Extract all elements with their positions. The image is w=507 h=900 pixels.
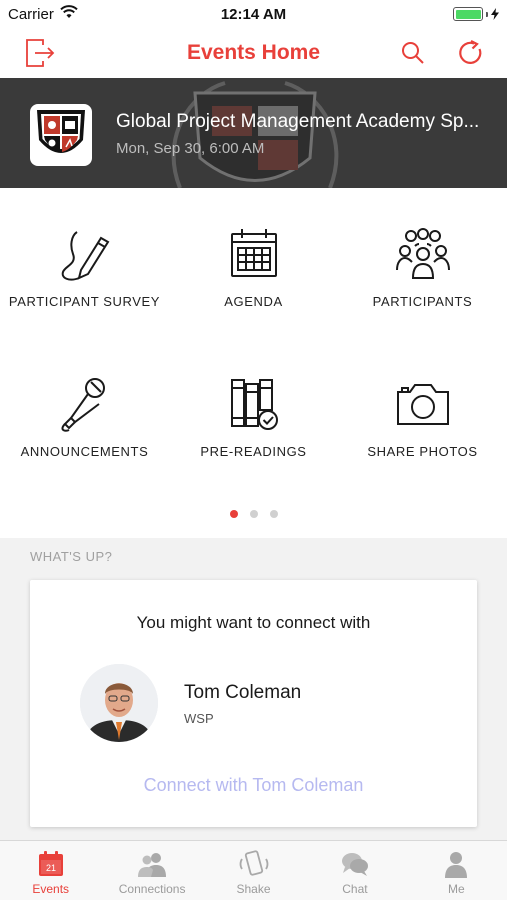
feature-grid: PARTICIPANT SURVEY AGENDA PARTICIPANTS A…: [0, 188, 507, 498]
person-company: WSP: [184, 711, 214, 726]
page-dot[interactable]: [269, 510, 278, 518]
section-label: WHAT'S UP?: [30, 549, 113, 564]
refresh-icon: [459, 40, 482, 64]
tile-label: ANNOUNCEMENTS: [20, 444, 149, 459]
tile-label: PRE-READINGS: [200, 444, 307, 459]
tab-connections[interactable]: Connections: [101, 841, 202, 900]
tab-label: Events: [32, 882, 70, 896]
tile-label: AGENDA: [224, 294, 283, 309]
nav-actions: [395, 35, 489, 71]
tab-me[interactable]: Me: [406, 841, 507, 900]
avatar[interactable]: [80, 664, 158, 742]
status-left: Carrier: [8, 5, 78, 23]
tile-agenda[interactable]: AGENDA: [169, 188, 338, 338]
whats-up-section: WHAT'S UP? You might want to connect wit…: [0, 538, 507, 840]
event-logo: [30, 104, 92, 166]
charging-bolt-icon: [491, 8, 499, 20]
books-icon: [230, 379, 278, 430]
logout-button[interactable]: [22, 35, 58, 71]
connect-button[interactable]: Connect with Tom Coleman: [30, 775, 477, 796]
search-button[interactable]: [395, 35, 431, 71]
tile-participants[interactable]: PARTICIPANTS: [338, 188, 507, 338]
tab-shake[interactable]: Shake: [203, 841, 304, 900]
person-icon: [445, 852, 468, 878]
tab-chat[interactable]: Chat: [304, 841, 405, 900]
tab-bar: 21 Events Connections Shake Chat Me: [0, 840, 507, 900]
tab-events[interactable]: 21 Events: [0, 841, 101, 900]
shake-phone-icon: [239, 850, 268, 876]
pencil-icon: [61, 231, 109, 281]
chat-bubbles-icon: [341, 853, 368, 876]
events-calendar-icon: 21: [38, 851, 63, 876]
camera-icon: [396, 384, 449, 425]
person-name[interactable]: Tom Coleman: [184, 682, 301, 704]
page-dot[interactable]: [229, 510, 238, 518]
nav-bar: Events Home: [0, 28, 507, 78]
logout-icon: [26, 39, 55, 67]
event-title: Global Project Management Academy Sp...: [116, 111, 480, 132]
tab-label: Chat: [342, 882, 368, 896]
calendar-icon: [230, 229, 277, 277]
connect-suggestion-card: You might want to connect with Tom Colem…: [30, 580, 477, 827]
carrier-label: Carrier: [8, 5, 54, 23]
tile-share-photos[interactable]: SHARE PHOTOS: [338, 338, 507, 488]
person-photo: [80, 664, 158, 742]
battery-icon: [453, 7, 499, 21]
tab-label: Connections: [118, 882, 186, 896]
event-date: Mon, Sep 30, 6:00 AM: [116, 140, 265, 157]
tile-participant-survey[interactable]: PARTICIPANT SURVEY: [0, 188, 169, 338]
card-heading: You might want to connect with: [136, 613, 371, 632]
event-banner[interactable]: Global Project Management Academy Sp... …: [0, 78, 507, 188]
microphone-icon: [61, 378, 105, 432]
people-icon: [395, 228, 450, 279]
banner-crest-watermark: [171, 81, 339, 188]
academy-crest-icon: [37, 110, 85, 153]
tile-announcements[interactable]: ANNOUNCEMENTS: [0, 338, 169, 488]
status-bar: Carrier 12:14 AM: [0, 0, 507, 28]
calendar-day: 21: [46, 863, 56, 873]
search-icon: [402, 42, 424, 64]
wifi-icon: [60, 5, 78, 23]
page-indicator[interactable]: [0, 510, 507, 518]
tile-pre-readings[interactable]: PRE-READINGS: [169, 338, 338, 488]
tile-label: SHARE PHOTOS: [367, 444, 478, 459]
tile-label: PARTICIPANTS: [372, 294, 473, 309]
tab-label: Me: [447, 882, 465, 896]
tab-label: Shake: [236, 882, 271, 896]
connections-icon: [138, 853, 167, 877]
refresh-button[interactable]: [453, 35, 489, 71]
page-dot[interactable]: [249, 510, 258, 518]
tile-label: PARTICIPANT SURVEY: [8, 294, 161, 309]
